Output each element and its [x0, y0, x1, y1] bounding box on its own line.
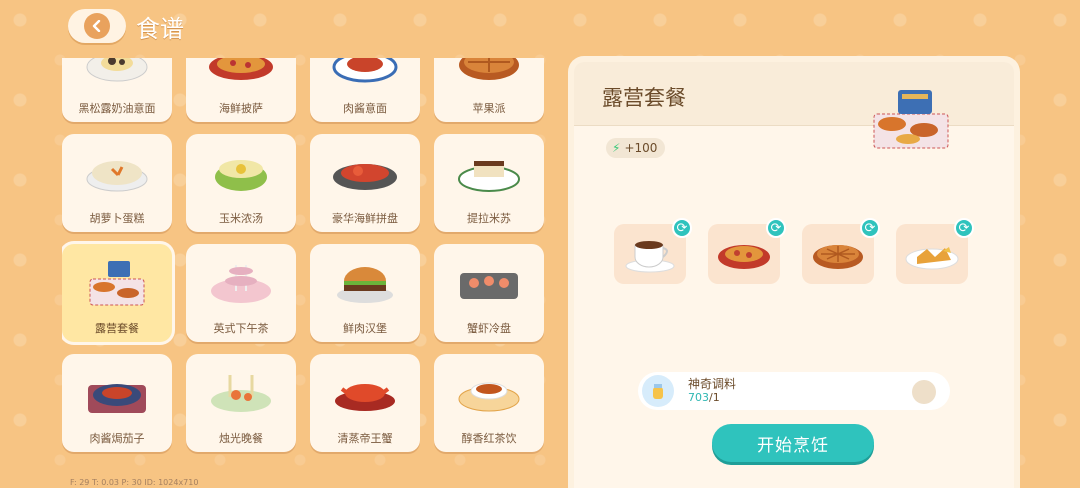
recipe-label: 英式下午茶 [213, 322, 269, 335]
recipe-label: 醇香红茶饮 [461, 432, 517, 445]
seasoning-name: 神奇调料 [688, 377, 737, 391]
recipe-label: 海鲜披萨 [219, 102, 263, 115]
recipe-card[interactable]: 露营套餐 [62, 244, 172, 342]
recipe-label: 蟹虾冷盘 [467, 322, 511, 335]
black-tea-icon [454, 366, 524, 418]
energy-value: +100 [624, 141, 658, 155]
carrot-cake-icon [82, 146, 152, 198]
seasoning-jar-icon [642, 375, 674, 407]
magic-seasoning-row: 神奇调料 703/1 [638, 372, 950, 410]
seasoning-required: /1 [709, 391, 720, 404]
bolognese-icon [330, 58, 400, 88]
ingredient-slot[interactable]: ⟳ [614, 218, 692, 284]
baked-eggplant-icon [82, 366, 152, 418]
recipe-label: 玉米浓汤 [219, 212, 263, 225]
seasoning-owned: 703 [688, 391, 709, 404]
recipe-card[interactable]: 海鲜披萨 [186, 58, 296, 122]
burger-icon [330, 256, 400, 308]
recipe-label: 肉酱意面 [343, 102, 387, 115]
recipe-card[interactable]: 醇香红茶饮 [434, 354, 544, 452]
recipe-label: 胡萝卜蛋糕 [89, 212, 145, 225]
recipe-card[interactable]: 黑松露奶油意面 [62, 58, 172, 122]
recipe-label: 苹果派 [472, 102, 506, 115]
swap-icon[interactable]: ⟳ [954, 218, 974, 238]
energy-badge: ⚡ +100 [606, 138, 666, 158]
back-arrow-icon [84, 13, 110, 39]
start-cooking-button[interactable]: 开始烹饪 [712, 424, 874, 462]
camping-meal-icon [873, 90, 949, 149]
recipe-label: 露营套餐 [95, 322, 139, 335]
recipe-label: 提拉米苏 [467, 212, 511, 225]
debug-overlay: F: 29 T: 0.03 P: 30 ID: 1024x710 [70, 478, 199, 487]
seafood-platter-icon [330, 146, 400, 198]
recipe-label: 黑松露奶油意面 [78, 102, 156, 115]
camping-meal-icon [82, 256, 152, 308]
detail-title: 露营套餐 [602, 86, 686, 110]
afternoon-tea-icon [206, 256, 276, 308]
seasoning-count: 703/1 [688, 391, 736, 405]
ingredient-slot[interactable]: ⟳ [802, 218, 880, 284]
ingredient-slot[interactable]: ⟳ [896, 218, 974, 284]
recipe-card[interactable]: 玉米浓汤 [186, 134, 296, 232]
recipe-card[interactable]: 苹果派 [434, 58, 544, 122]
header: 食谱 [68, 6, 184, 46]
recipe-card[interactable]: 提拉米苏 [434, 134, 544, 232]
recipe-card[interactable]: 胡萝卜蛋糕 [62, 134, 172, 232]
swap-icon[interactable]: ⟳ [766, 218, 786, 238]
recipe-label: 烛光晚餐 [219, 432, 263, 445]
page-title: 食谱 [136, 14, 184, 43]
king-crab-icon [330, 366, 400, 418]
recipe-grid[interactable]: 黑松露奶油意面 海鲜披萨 肉酱意面 苹果派胡萝卜蛋糕 玉米浓汤 豪华海鲜拼盘 提拉米苏露营套… [62, 58, 552, 488]
recipe-card[interactable]: 肉酱意面 [310, 58, 420, 122]
crab-shrimp-platter-icon [454, 256, 524, 308]
ingredient-list: ⟳ ⟳ ⟳ ⟳ [614, 218, 974, 284]
coffee-cup-icon [625, 241, 675, 273]
lightning-icon: ⚡ [612, 141, 621, 155]
truffle-pasta-icon [82, 58, 152, 88]
recipe-card[interactable]: 清蒸帝王蟹 [310, 354, 420, 452]
recipe-detail-panel: 露营套餐 ⚡ +100 ⟳ ⟳ ⟳ ⟳ 神奇调料 703/1 开始烹饪 [574, 62, 1014, 488]
recipe-label: 豪华海鲜拼盘 [332, 212, 398, 225]
back-button[interactable] [68, 9, 126, 43]
ingredient-slot[interactable]: ⟳ [708, 218, 786, 284]
swap-icon[interactable]: ⟳ [860, 218, 880, 238]
seafood-pizza-icon [206, 58, 276, 88]
recipe-card[interactable]: 肉酱焗茄子 [62, 354, 172, 452]
tiramisu-icon [454, 146, 524, 198]
detail-header: 露营套餐 [574, 62, 1014, 149]
recipe-card[interactable]: 英式下午茶 [186, 244, 296, 342]
fried-fish-icon [905, 247, 959, 270]
apple-pie-icon [454, 58, 524, 88]
seasoning-toggle[interactable] [912, 380, 936, 404]
recipe-label: 鲜肉汉堡 [343, 322, 387, 335]
recipe-card[interactable]: 蟹虾冷盘 [434, 244, 544, 342]
swap-icon[interactable]: ⟳ [672, 218, 692, 238]
seafood-pizza-icon [718, 245, 770, 269]
apple-pie-icon [813, 245, 863, 269]
recipe-label: 肉酱焗茄子 [89, 432, 145, 445]
corn-soup-icon [206, 146, 276, 198]
recipe-card[interactable]: 烛光晚餐 [186, 354, 296, 452]
candlelight-dinner-icon [206, 366, 276, 418]
recipe-label: 清蒸帝王蟹 [337, 432, 393, 445]
recipe-card[interactable]: 豪华海鲜拼盘 [310, 134, 420, 232]
recipe-card[interactable]: 鲜肉汉堡 [310, 244, 420, 342]
